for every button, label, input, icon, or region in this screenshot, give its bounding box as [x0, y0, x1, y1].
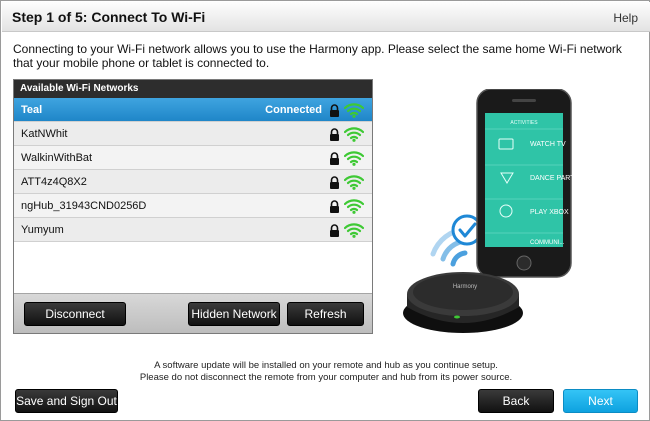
hub-illustration: Harmony [403, 272, 523, 333]
wifi-network-name: WalkinWithBat [21, 152, 93, 164]
next-button[interactable]: Next [563, 389, 638, 413]
phone-brand-text: ACTIVITIES [510, 120, 538, 126]
back-button[interactable]: Back [478, 389, 554, 413]
phone-item-watch-tv: WATCH TV [530, 141, 566, 148]
wifi-networks-panel: Available Wi-Fi Networks Teal Connected Ka… [13, 79, 373, 334]
wifi-strength-icon [344, 151, 364, 166]
wifi-strength-icon [344, 103, 364, 118]
step-title: Step 1 of 5: Connect To Wi-Fi [12, 9, 206, 25]
wifi-network-name: Yumyum [21, 224, 64, 236]
title-bar: Step 1 of 5: Connect To Wi-Fi Help [2, 2, 650, 32]
wifi-network-list: Teal Connected KatNWhit WalkinWithBat ATT4z4… [14, 98, 372, 242]
wifi-strength-icon [344, 199, 364, 214]
wifi-network-name: ngHub_31943CND0256D [21, 200, 147, 212]
update-notice-line-2: Please do not disconnect the remote from… [139, 372, 513, 383]
intro-text: Connecting to your Wi-Fi network allows … [13, 42, 622, 70]
lock-icon [330, 128, 339, 141]
update-notice-line-1: A software update will be installed on y… [154, 360, 498, 371]
save-and-sign-out-button[interactable]: Save and Sign Out [15, 389, 118, 413]
hidden-network-button[interactable]: Hidden Network [188, 302, 280, 326]
refresh-button[interactable]: Refresh [287, 302, 364, 326]
wifi-network-row[interactable]: Teal Connected [14, 98, 372, 122]
wifi-strength-icon [344, 175, 364, 190]
wifi-network-row[interactable]: WalkinWithBat [14, 146, 372, 170]
wifi-connection-status: Connected [265, 104, 322, 116]
wifi-panel-header: Available Wi-Fi Networks [14, 80, 372, 98]
phone-item-communicate: COMMUNI... [530, 240, 565, 246]
help-link[interactable]: Help [613, 11, 638, 25]
phone-item-play-xbox: PLAY XBOX [530, 209, 569, 216]
wifi-network-name: KatNWhit [21, 128, 68, 140]
lock-icon [330, 176, 339, 189]
wifi-network-name: ATT4z4Q8X2 [21, 176, 87, 188]
wifi-network-row[interactable]: ngHub_31943CND0256D [14, 194, 372, 218]
wifi-network-row[interactable]: Yumyum [14, 218, 372, 242]
wifi-panel-toolbar: Disconnect Hidden Network Refresh [14, 293, 372, 333]
wifi-network-name: Teal [21, 104, 43, 116]
lock-icon [330, 200, 339, 213]
lock-icon [330, 152, 339, 165]
setup-window: Step 1 of 5: Connect To Wi-Fi Help Conne… [0, 0, 650, 421]
disconnect-button[interactable]: Disconnect [24, 302, 126, 326]
hub-brand-text: Harmony [453, 284, 477, 290]
wifi-strength-icon [344, 223, 364, 238]
phone-and-hub-illustration: ACTIVITIES WATCH TV DANCE PARTY PLAY XBO… [403, 89, 579, 333]
lock-icon [330, 104, 339, 117]
wifi-network-row[interactable]: KatNWhit [14, 122, 372, 146]
update-notice: A software update will be installed on y… [1, 360, 650, 384]
lock-icon [330, 224, 339, 237]
phone-illustration: ACTIVITIES WATCH TV DANCE PARTY PLAY XBO… [476, 89, 579, 278]
wifi-strength-icon [344, 127, 364, 142]
wifi-network-row[interactable]: ATT4z4Q8X2 [14, 170, 372, 194]
phone-item-dance-party: DANCE PARTY [530, 175, 579, 182]
